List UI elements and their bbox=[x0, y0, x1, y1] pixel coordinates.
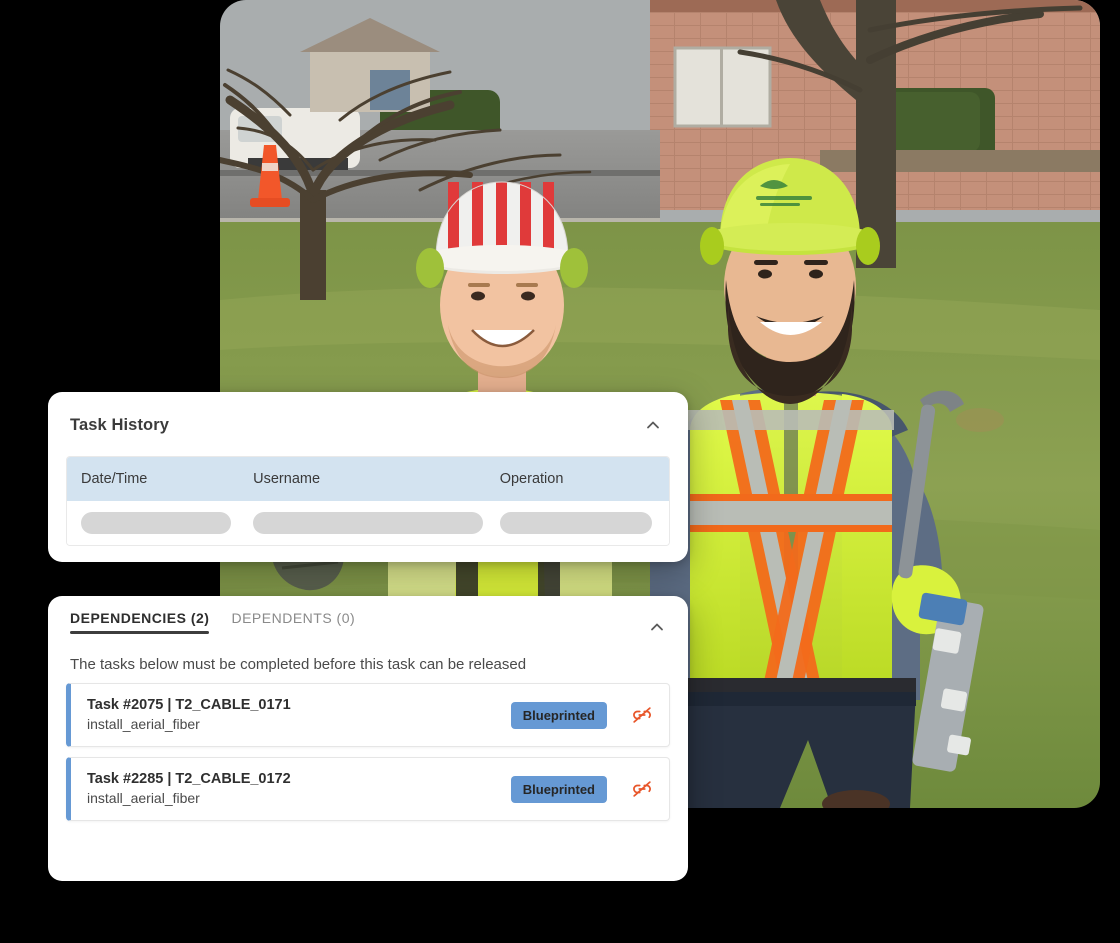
dependency-info: Task #2285 | T2_CABLE_0172 install_aeria… bbox=[71, 770, 511, 808]
dependency-subtitle: install_aerial_fiber bbox=[87, 716, 200, 733]
tab-dependents[interactable]: DEPENDENTS (0) bbox=[231, 610, 355, 634]
dependency-info: Task #2075 | T2_CABLE_0171 install_aeria… bbox=[71, 696, 511, 734]
status-badge: Blueprinted bbox=[510, 775, 607, 803]
dependencies-header: DEPENDENCIES (2) DEPENDENTS (0) bbox=[48, 596, 688, 640]
page-title: Task History bbox=[70, 415, 170, 434]
chevron-up-icon[interactable] bbox=[640, 412, 666, 438]
column-header-username: Username bbox=[253, 471, 321, 487]
task-history-card: Task History Date/Time Username Operatio… bbox=[48, 392, 688, 562]
list-item[interactable]: Task #2075 | T2_CABLE_0171 install_aeria… bbox=[66, 683, 670, 747]
dependency-subtitle: install_aerial_fiber bbox=[87, 790, 200, 807]
dependency-title: Task #2285 | T2_CABLE_0172 bbox=[87, 770, 291, 787]
task-history-header: Task History bbox=[48, 392, 688, 448]
dependencies-description: The tasks below must be completed before… bbox=[70, 656, 527, 673]
cell-username bbox=[239, 512, 486, 534]
tab-dependencies[interactable]: DEPENDENCIES (2) bbox=[70, 610, 210, 634]
skeleton-placeholder bbox=[499, 512, 652, 534]
column-header-date-time: Date/Time bbox=[81, 471, 148, 487]
unlink-icon[interactable] bbox=[625, 704, 659, 726]
skeleton-placeholder bbox=[81, 512, 231, 534]
list-item[interactable]: Task #2285 | T2_CABLE_0172 install_aeria… bbox=[66, 757, 670, 821]
unlink-icon[interactable] bbox=[625, 778, 659, 800]
table-header-row: Date/Time Username Operation bbox=[67, 457, 669, 501]
dependency-title: Task #2075 | T2_CABLE_0171 bbox=[87, 696, 291, 713]
skeleton-placeholder bbox=[253, 512, 484, 534]
status-badge: Blueprinted bbox=[510, 701, 607, 729]
table-row bbox=[67, 501, 669, 545]
dependencies-tabs: DEPENDENCIES (2) DEPENDENTS (0) bbox=[48, 610, 377, 634]
task-history-table: Date/Time Username Operation bbox=[66, 456, 670, 546]
dependencies-card: DEPENDENCIES (2) DEPENDENTS (0) The task… bbox=[48, 596, 688, 881]
cell-operation bbox=[486, 512, 669, 534]
cell-date-time bbox=[67, 512, 239, 534]
dependencies-list: Task #2075 | T2_CABLE_0171 install_aeria… bbox=[48, 683, 688, 821]
column-header-operation: Operation bbox=[499, 471, 564, 487]
chevron-up-icon[interactable] bbox=[644, 614, 670, 640]
